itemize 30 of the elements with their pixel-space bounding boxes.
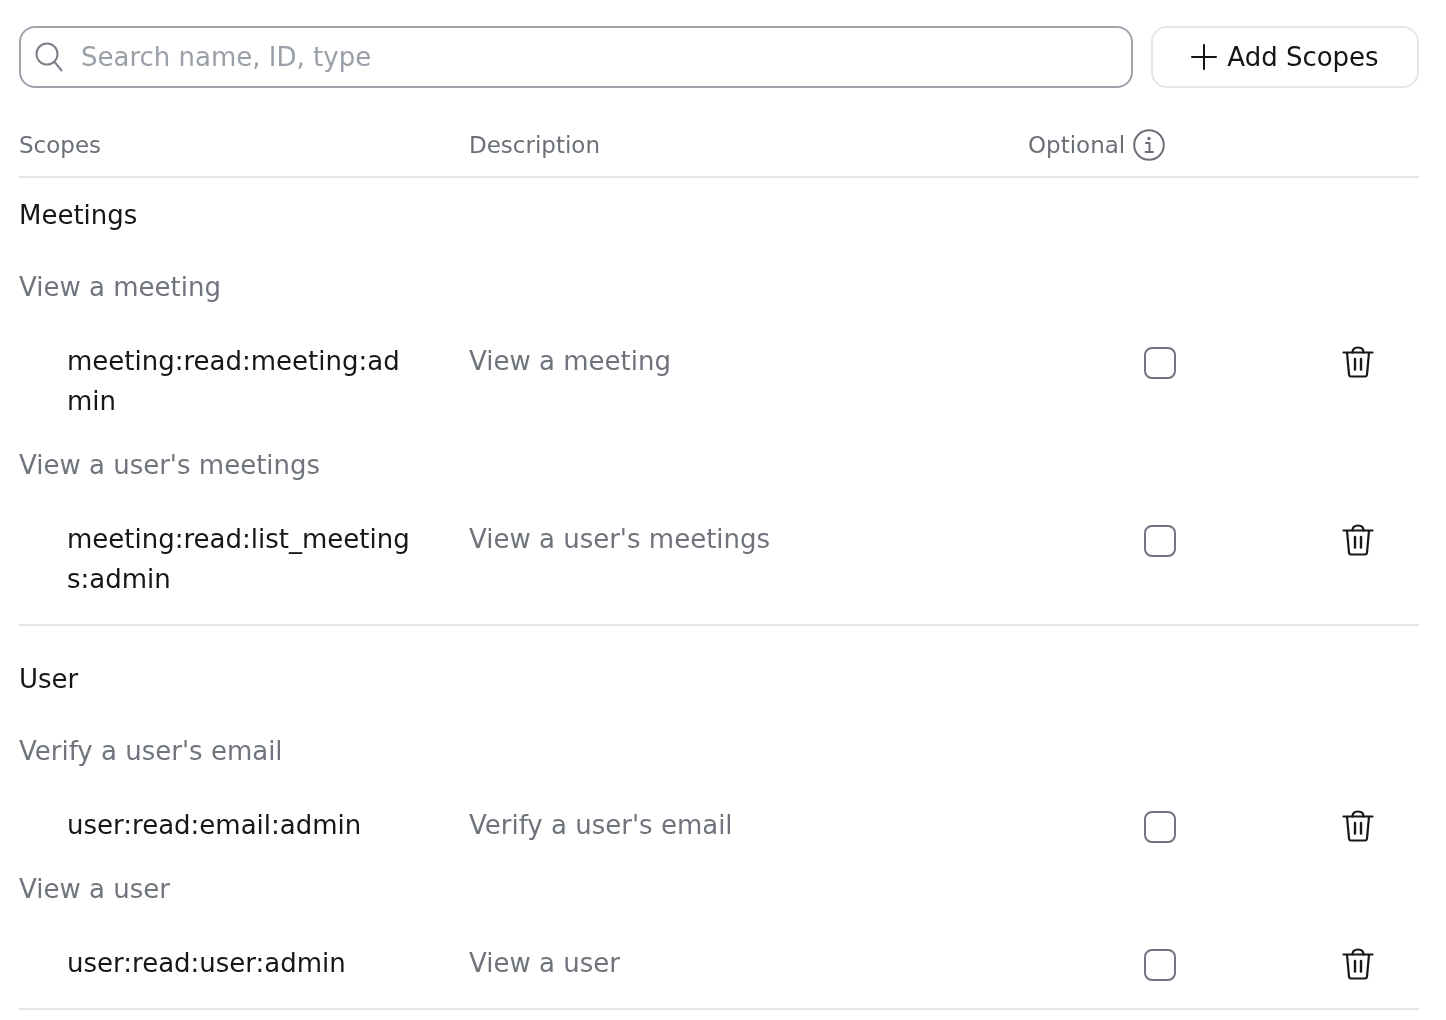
search-icon: [35, 42, 63, 72]
plus-icon: [1191, 44, 1218, 70]
scope-name: user:read:email:admin: [67, 809, 363, 842]
scope-description: View a user's meetings: [469, 523, 771, 556]
group-title: User: [19, 663, 80, 696]
optional-checkbox[interactable]: [1144, 949, 1176, 981]
scope-description: View a meeting: [469, 345, 671, 378]
info-icon[interactable]: [1133, 129, 1166, 161]
column-header: Optional: [1028, 131, 1126, 159]
column-header: Scopes: [19, 131, 102, 159]
section-label: View a user's meetings: [19, 449, 322, 482]
trash-icon[interactable]: [1342, 346, 1374, 378]
add-scopes-button[interactable]: Add Scopes: [1151, 26, 1419, 88]
trash-icon[interactable]: [1342, 524, 1374, 556]
column-header: Description: [469, 131, 600, 159]
scope-name: user:read:user:admin: [67, 947, 347, 980]
optional-checkbox[interactable]: [1144, 347, 1176, 379]
trash-icon[interactable]: [1342, 948, 1374, 980]
section-label: Verify a user's email: [19, 735, 284, 768]
group-title: Meetings: [19, 199, 139, 232]
scope-description: View a user: [469, 947, 620, 980]
section-label: View a meeting: [19, 271, 222, 304]
search-field[interactable]: Search name, ID, type: [19, 26, 1133, 88]
trash-icon[interactable]: [1342, 810, 1374, 842]
scope-description: Verify a user's email: [469, 809, 733, 842]
optional-checkbox[interactable]: [1144, 811, 1176, 843]
section-label: View a user: [19, 873, 171, 906]
scope-name: meeting:read:list_meetings:admin: [67, 523, 411, 596]
scope-name: meeting:read:meeting:admin: [67, 345, 401, 418]
optional-checkbox[interactable]: [1144, 525, 1176, 557]
